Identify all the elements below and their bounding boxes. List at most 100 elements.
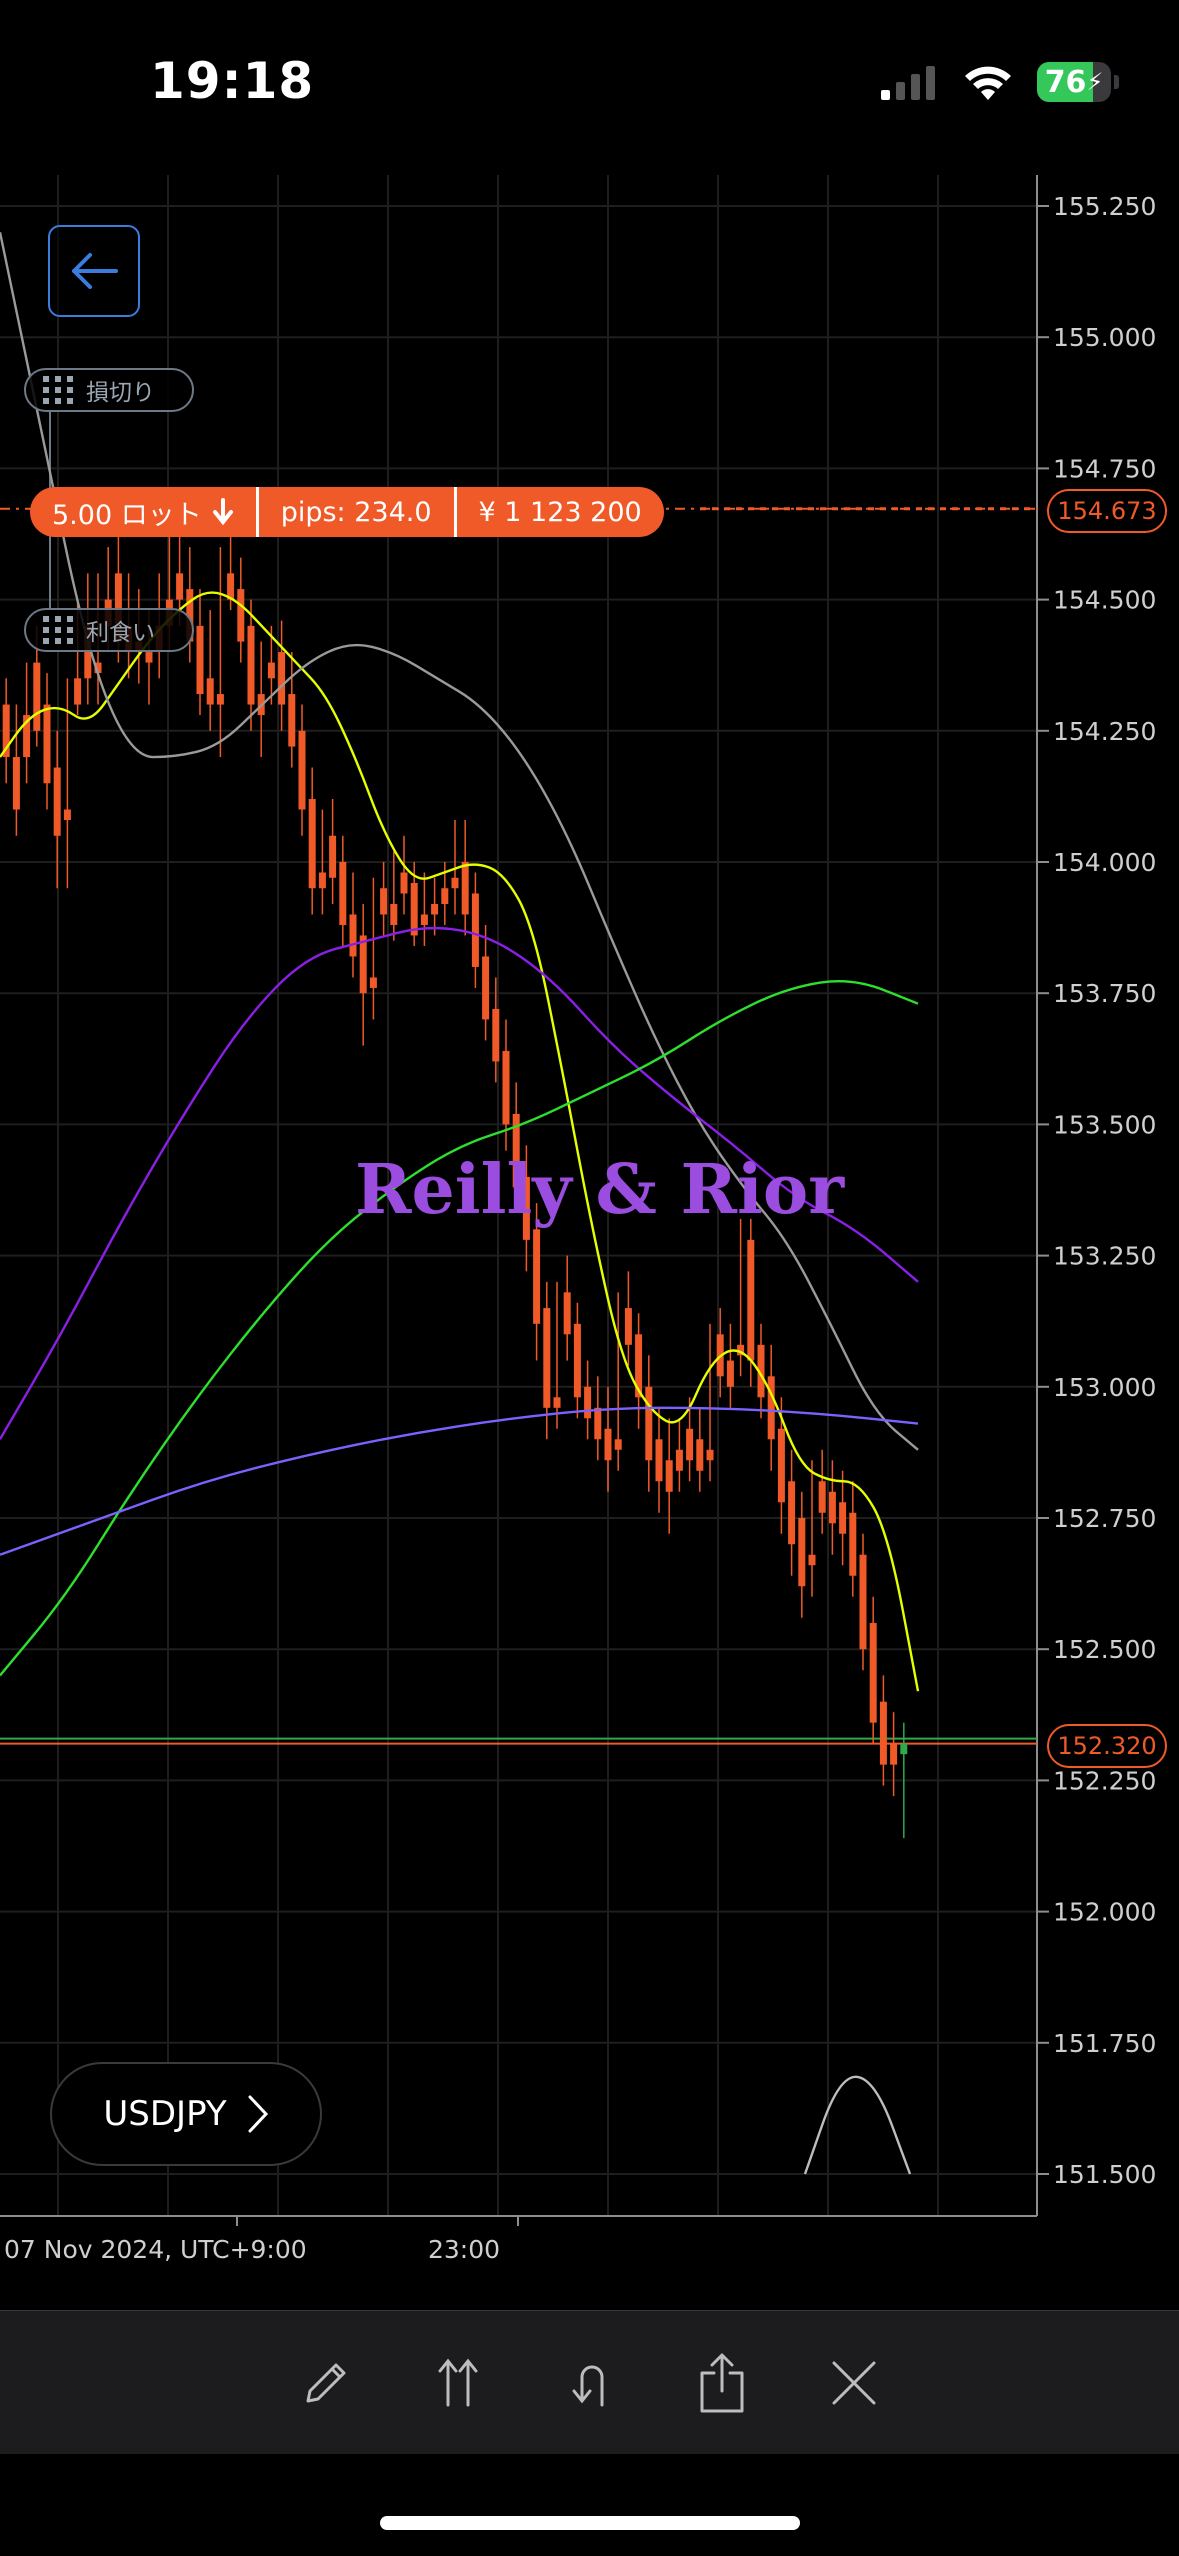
price-tick-label: 153.500 (1053, 1110, 1156, 1139)
price-tick-label: 152.000 (1053, 1898, 1156, 1927)
take-profit-handle[interactable]: 利食い (24, 608, 194, 652)
candle-body (298, 730, 306, 810)
candle-body (400, 872, 408, 894)
price-tick-label: 154.500 (1053, 586, 1156, 615)
candle-body (12, 757, 20, 810)
candle-body (359, 935, 367, 994)
watermark-text: Reilly & Rior (355, 1150, 845, 1230)
candle-body (288, 694, 296, 747)
moving-average-line (0, 591, 920, 1692)
price-tick-label: 154.000 (1053, 848, 1156, 877)
chevron-right-icon (248, 2095, 268, 2133)
home-indicator[interactable] (380, 2516, 800, 2530)
status-bar: 19:18 76 ⚡ (0, 0, 1179, 170)
candle-body (798, 1518, 806, 1587)
price-tick-label: 154.750 (1053, 454, 1156, 483)
candle-body (33, 662, 41, 731)
candle-body (900, 1743, 908, 1755)
candle-body (604, 1428, 612, 1461)
candle-body (329, 835, 337, 878)
close-button[interactable] (822, 2351, 886, 2415)
candle-body (502, 1050, 510, 1125)
candle-body (543, 1308, 551, 1408)
candle-body (788, 1481, 796, 1545)
order-lots-label: 5.00 ロット (52, 499, 202, 531)
candle-body (696, 1439, 704, 1471)
candle-body (43, 704, 51, 784)
candle-body (420, 914, 428, 925)
grip-icon (43, 376, 73, 404)
candle-body (839, 1502, 847, 1534)
indicator-tool-button[interactable] (426, 2351, 490, 2415)
arrow-down-icon (212, 498, 233, 526)
status-icons: 76 ⚡ (879, 62, 1119, 102)
candle-body (63, 809, 71, 821)
candle-body (624, 1308, 632, 1345)
symbol-selector-button[interactable]: USDJPY (50, 2062, 322, 2166)
candle-body (390, 903, 398, 925)
candle-body (879, 1701, 887, 1765)
status-time: 19:18 (150, 52, 315, 110)
price-tick-label: 152.750 (1053, 1504, 1156, 1533)
candle-body (410, 882, 418, 936)
grip-icon (43, 616, 73, 644)
draw-tool-button[interactable] (294, 2351, 358, 2415)
candle-body (767, 1376, 775, 1440)
candle-body (196, 625, 204, 695)
pencil-icon (306, 2363, 345, 2402)
wifi-icon (965, 66, 1011, 100)
back-button[interactable] (48, 225, 140, 317)
candle-body (655, 1439, 663, 1482)
share-icon (700, 2353, 743, 2412)
candle-body (777, 1428, 785, 1503)
price-tick-label: 151.750 (1053, 2029, 1156, 2058)
candle-body (890, 1743, 898, 1765)
candle-body (216, 694, 224, 705)
candle-body (441, 888, 449, 904)
cellular-signal-icon (881, 66, 935, 100)
price-tick-label: 152.500 (1053, 1635, 1156, 1664)
take-profit-label: 利食い (86, 620, 155, 646)
current-price-tag: 152.320 (1047, 1724, 1167, 1768)
candle-body (563, 1292, 571, 1335)
share-button[interactable] (690, 2351, 754, 2415)
candle-body (431, 903, 439, 915)
candle-body (369, 977, 377, 988)
bolt-icon: ⚡ (1086, 68, 1104, 96)
candle-body (380, 888, 388, 915)
candle-body (573, 1323, 581, 1398)
candle-body (584, 1386, 592, 1419)
candle-body (176, 573, 184, 600)
candle-body (349, 914, 357, 957)
candle-body (645, 1386, 653, 1461)
price-tick-label: 154.250 (1053, 717, 1156, 746)
candle-body (278, 652, 286, 705)
candle-body (492, 1008, 500, 1062)
candle-body (706, 1449, 714, 1461)
price-tick-label: 153.750 (1053, 979, 1156, 1008)
order-bar[interactable]: 5.00 ロット pips: 234.0 ¥ 1 123 200 (30, 487, 664, 537)
drawing-toolbar (0, 2310, 1179, 2454)
candle-body (247, 625, 255, 705)
stop-loss-handle[interactable]: 損切り (24, 368, 194, 412)
order-lots[interactable]: 5.00 ロット (30, 487, 256, 537)
undo-button[interactable] (558, 2351, 622, 2415)
order-pips: pips: 234.0 (280, 496, 432, 528)
undo-icon (572, 2365, 603, 2406)
candle-body (686, 1428, 694, 1461)
arrows-up-icon (438, 2358, 477, 2406)
candle-body (828, 1491, 836, 1524)
candle-body (471, 893, 479, 967)
candle-body (553, 1397, 561, 1408)
candle-body (665, 1460, 673, 1492)
candle-body (849, 1512, 857, 1576)
candle-body (308, 799, 316, 889)
arrow-left-icon (72, 253, 118, 289)
battery-indicator: 76 ⚡ (1037, 62, 1119, 102)
candle-body (482, 956, 490, 1020)
candle-body (461, 862, 469, 915)
candle-body (145, 652, 153, 663)
candle-body (594, 1407, 602, 1440)
stop-loss-label: 損切り (86, 380, 155, 406)
candle-body (808, 1554, 816, 1566)
